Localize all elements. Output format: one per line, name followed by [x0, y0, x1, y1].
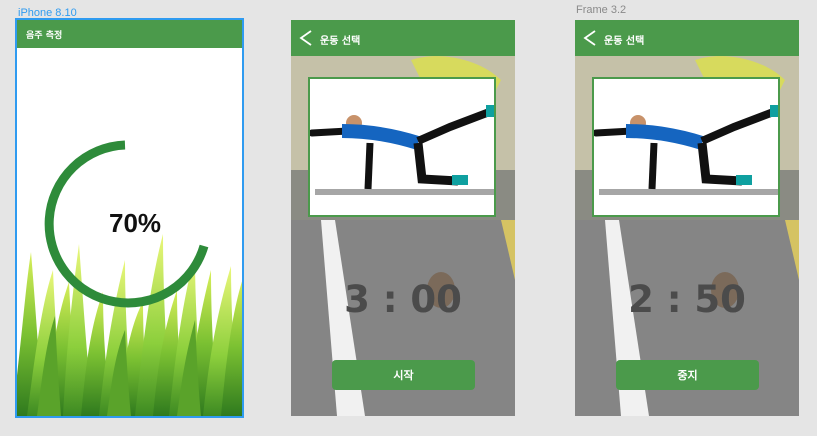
screen-exercise-select-start[interactable]: 운동 선택 3 : 00 시작 — [291, 20, 515, 416]
exercise-photo — [308, 77, 501, 217]
frame-label-iphone[interactable]: iPhone 8.10 — [18, 7, 77, 19]
countdown-timer: 3 : 00 — [344, 278, 462, 321]
header-title: 운동 선택 — [604, 36, 645, 47]
header-bar: 운동 선택 — [291, 20, 515, 56]
exercise-photo — [592, 77, 785, 217]
countdown-timer: 2 : 50 — [628, 278, 746, 321]
screen-alcohol-test[interactable]: 음주 측정 70% — [15, 18, 244, 418]
progress-percentage: 70% — [109, 208, 162, 238]
frame-label-frame[interactable]: Frame 3.2 — [576, 4, 626, 16]
header-title: 음주 측정 — [26, 31, 63, 41]
header-bar: 음주 측정 — [17, 20, 242, 48]
back-arrow-icon[interactable] — [298, 29, 314, 47]
screen-exercise-select-stop[interactable]: 운동 선택 2 : 50 중지 — [575, 20, 799, 416]
back-arrow-icon[interactable] — [582, 29, 598, 47]
start-button[interactable]: 시작 — [332, 360, 475, 390]
header-bar: 운동 선택 — [575, 20, 799, 56]
exercise-pose-illustration — [592, 105, 785, 195]
header-title: 운동 선택 — [320, 36, 361, 47]
exercise-pose-illustration — [308, 105, 501, 195]
stop-button[interactable]: 중지 — [616, 360, 759, 390]
